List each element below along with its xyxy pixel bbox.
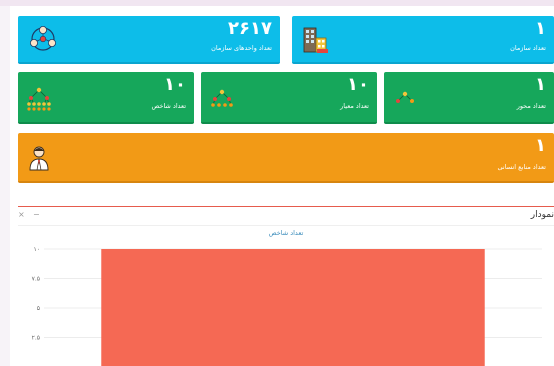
org-network-icon bbox=[30, 26, 56, 51]
indicator-count-value: ١٠ bbox=[164, 74, 186, 95]
chart-panel-title: نمودار bbox=[530, 210, 554, 220]
org-count-value: ١ bbox=[535, 18, 546, 39]
hr-count-value: ١ bbox=[535, 135, 546, 156]
hierarchy-large-icon bbox=[27, 87, 51, 111]
criterion-count-value: ١٠ bbox=[347, 74, 369, 95]
unit-count-card[interactable]: ١ تعداد سازمان bbox=[292, 16, 554, 64]
building-icon bbox=[303, 27, 328, 53]
axis-count-value: ١ bbox=[535, 74, 546, 95]
axis-count-label: تعداد محور bbox=[516, 102, 546, 110]
criterion-count-label: تعداد معیار bbox=[340, 102, 369, 110]
chart-bar[interactable] bbox=[101, 249, 485, 366]
y-tick-label: ٢.۵ bbox=[32, 335, 40, 342]
hierarchy-small-icon bbox=[396, 91, 414, 103]
org-count-card[interactable]: ٢۶١٧ تعداد واحدهای سازمان bbox=[18, 16, 280, 64]
indicator-count-label: تعداد شاخص bbox=[151, 102, 186, 110]
y-tick-label: ۵ bbox=[37, 305, 40, 312]
indicator-count-card[interactable]: ١٠ تعداد شاخص bbox=[18, 72, 194, 124]
unit-count-label: تعداد واحدهای سازمان bbox=[211, 44, 272, 52]
y-tick-label: ١٠ bbox=[34, 246, 40, 253]
axis-count-card[interactable]: ١ تعداد محور bbox=[384, 72, 554, 124]
unit-count-value: ٢۶١٧ bbox=[228, 18, 272, 39]
org-count-label: تعداد سازمان bbox=[510, 44, 546, 52]
close-icon[interactable]: × bbox=[18, 210, 25, 219]
y-tick-label: ٧.۵ bbox=[32, 276, 40, 283]
collapse-icon[interactable]: − bbox=[33, 210, 40, 219]
chart-title: تعداد شاخص bbox=[268, 229, 304, 237]
hierarchy-medium-icon bbox=[211, 89, 233, 107]
person-icon bbox=[29, 146, 49, 171]
chart-panel-header: × − نمودار bbox=[18, 207, 554, 226]
dashboard-page: ٢۶١٧ تعداد واحدهای سازمان ١ تعداد سازمان bbox=[0, 0, 554, 366]
dashboard-content: ٢۶١٧ تعداد واحدهای سازمان ١ تعداد سازمان bbox=[10, 6, 554, 366]
hr-count-card[interactable]: ١ تعداد منابع انسانی bbox=[18, 133, 554, 183]
criterion-count-card[interactable]: ١٠ تعداد معیار bbox=[201, 72, 377, 124]
bar-chart: ١٠٧.۵۵٢.۵٠ bbox=[32, 246, 542, 366]
hr-count-label: تعداد منابع انسانی bbox=[497, 163, 546, 171]
chart-panel: × − نمودار تعداد شاخص ١٠٧.۵۵٢.۵٠ bbox=[18, 206, 554, 366]
